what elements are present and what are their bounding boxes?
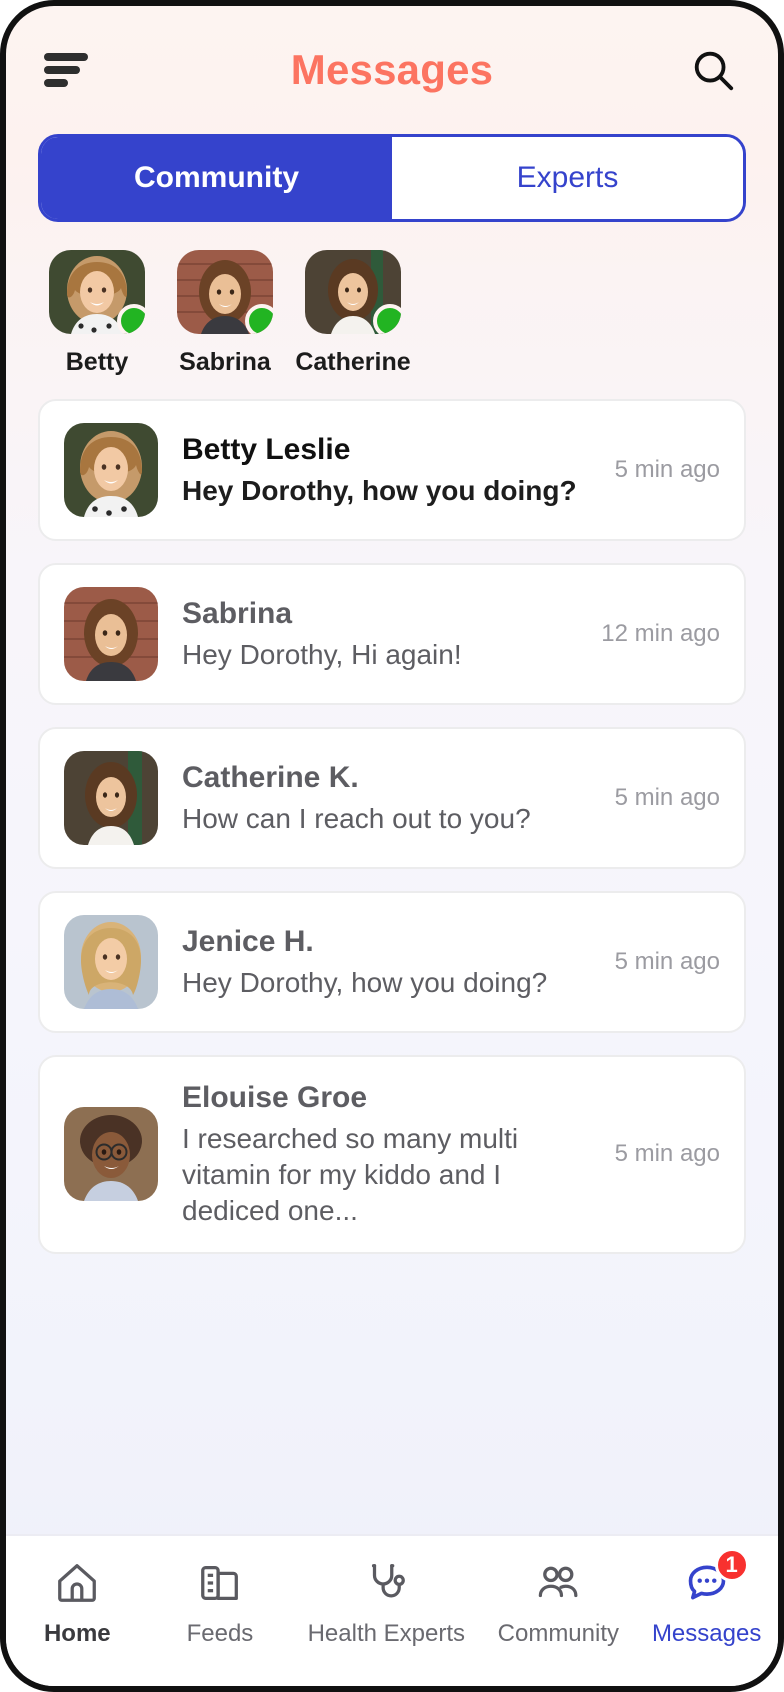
contact-name: Elouise Groe: [182, 1081, 368, 1114]
tab-experts[interactable]: Experts: [392, 137, 743, 219]
hamburger-icon[interactable]: [44, 53, 88, 87]
nav-label: Feeds: [186, 1620, 254, 1647]
nav-label: Messages: [651, 1620, 762, 1647]
nav-item-health-experts[interactable]: Health Experts: [308, 1558, 465, 1648]
online-indicator: [245, 304, 273, 334]
nav-label: Home: [43, 1620, 111, 1647]
avatar: [64, 1107, 158, 1202]
avatar: [49, 250, 145, 334]
nav-item-community[interactable]: Community: [498, 1558, 619, 1648]
tab-community[interactable]: Community: [41, 137, 392, 219]
people-icon: [530, 1558, 586, 1608]
avatar: [64, 587, 158, 681]
conversation-row-elouise-groe[interactable]: Elouise Groe I researched so many multi …: [38, 1055, 746, 1254]
avatar: [64, 423, 158, 517]
conversation-text: Elouise Groe I researched so many multi …: [158, 1079, 597, 1230]
story-label: Sabrina: [179, 348, 271, 376]
avatar-image: [64, 751, 158, 845]
nav-item-messages[interactable]: 1 Messages: [651, 1548, 762, 1648]
nav-item-feeds[interactable]: Feeds: [165, 1558, 275, 1648]
avatar-image: [64, 587, 158, 681]
page-title: Messages: [290, 46, 494, 93]
home-icon: [49, 1558, 105, 1608]
online-indicator: [117, 304, 145, 334]
app-header: Messages: [6, 6, 778, 134]
conversation-text: Sabrina Hey Dorothy, Hi again!: [158, 595, 583, 673]
segmented-control: Community Experts: [38, 134, 746, 222]
avatar-image: [64, 1107, 158, 1202]
timestamp: 5 min ago: [614, 1140, 720, 1168]
message-preview: How can I reach out to you?: [182, 802, 531, 834]
avatar: [177, 250, 273, 334]
stethoscope-icon: [358, 1558, 414, 1608]
avatar: [64, 751, 158, 845]
nav-label: Health Experts: [307, 1620, 465, 1647]
timestamp: 5 min ago: [614, 456, 720, 483]
message-preview: Hey Dorothy, Hi again!: [182, 638, 462, 670]
phone-screen: Messages Community Experts Betty Sabrina…: [0, 0, 784, 1692]
conversation-text: Betty Leslie Hey Dorothy, how you doing?: [158, 431, 597, 509]
conversation-row-catherine-k[interactable]: Catherine K. How can I reach out to you?…: [38, 727, 746, 869]
message-preview: I researched so many multi vitamin for m…: [182, 1122, 519, 1227]
avatar: [64, 915, 158, 1009]
contact-name: Jenice H.: [182, 925, 314, 959]
message-preview: Hey Dorothy, how you doing?: [182, 966, 548, 998]
segmented-control-wrap: Community Experts: [6, 134, 778, 222]
search-icon[interactable]: [690, 47, 736, 93]
story-label: Betty: [65, 348, 129, 376]
conversation-text: Catherine K. How can I reach out to you?: [158, 759, 597, 837]
conversation-text: Jenice H. Hey Dorothy, how you doing?: [158, 923, 597, 1001]
online-indicator: [373, 304, 401, 334]
story-item-catherine[interactable]: Catherine: [295, 250, 411, 377]
conversation-list: Betty Leslie Hey Dorothy, how you doing?…: [6, 377, 778, 1534]
avatar-image: [64, 423, 158, 517]
conversation-row-sabrina[interactable]: Sabrina Hey Dorothy, Hi again! 12 min ag…: [38, 563, 746, 705]
timestamp: 5 min ago: [614, 784, 720, 811]
conversation-row-betty-leslie[interactable]: Betty Leslie Hey Dorothy, how you doing?…: [38, 399, 746, 541]
online-stories-row: Betty Sabrina Catherine: [6, 222, 778, 377]
avatar-image: [64, 915, 158, 1009]
story-label: Catherine: [295, 348, 411, 376]
contact-name: Sabrina: [182, 597, 293, 631]
bottom-navigation: Home Feeds Health Experts Community 1 Me…: [6, 1534, 778, 1686]
nav-label: Community: [497, 1620, 619, 1647]
story-item-betty[interactable]: Betty: [44, 250, 150, 377]
chat-bubble-icon: 1: [679, 1548, 749, 1608]
avatar: [305, 250, 401, 334]
timestamp: 5 min ago: [614, 948, 720, 975]
story-item-sabrina[interactable]: Sabrina: [172, 250, 278, 377]
conversation-row-jenice-h[interactable]: Jenice H. Hey Dorothy, how you doing? 5 …: [38, 891, 746, 1033]
contact-name: Betty Leslie: [182, 433, 351, 467]
message-preview: Hey Dorothy, how you doing?: [182, 474, 577, 506]
unread-badge: 1: [714, 1548, 749, 1582]
timestamp: 12 min ago: [601, 620, 720, 647]
contact-name: Catherine K.: [182, 761, 359, 795]
feeds-icon: [192, 1558, 248, 1608]
nav-item-home[interactable]: Home: [22, 1558, 132, 1648]
